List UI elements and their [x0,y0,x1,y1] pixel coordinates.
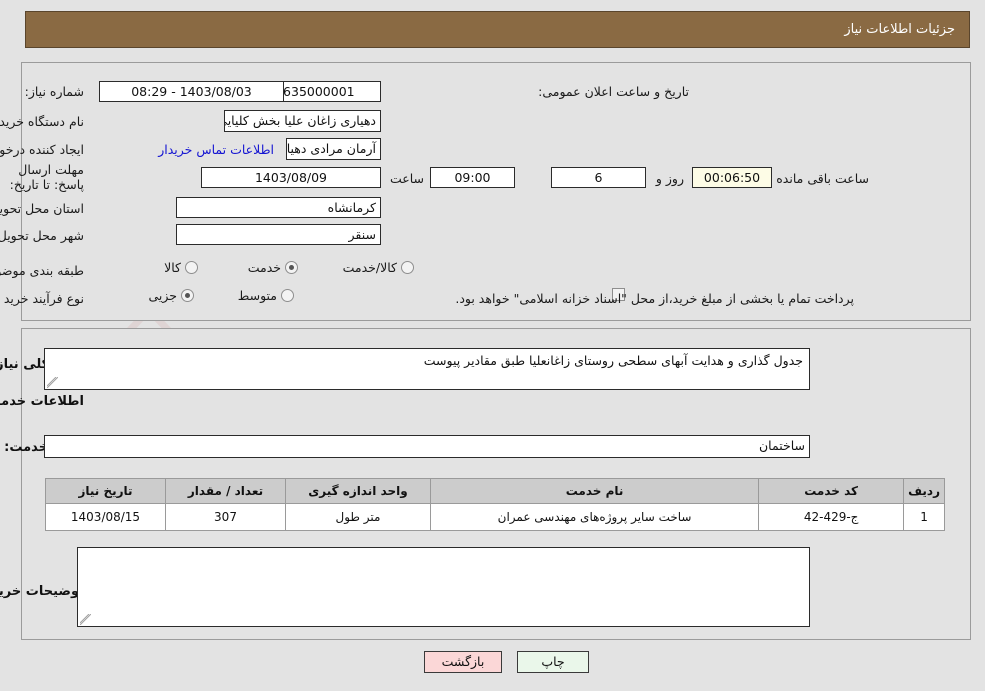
process-label-medium: متوسط [238,288,278,303]
process-option-minor[interactable]: جزیی [149,288,195,303]
city-label: شهر محل تحویل: [0,228,85,243]
category-radio-service[interactable] [286,261,299,274]
creator-label: ایجاد کننده درخواست: [0,142,85,157]
remaining-days-value: 6 [552,167,647,188]
process-option-medium[interactable]: متوسط [239,288,295,303]
cell-name: ساخت سایر پروژه‌های مهندسی عمران [430,503,761,531]
countdown-timer-value: 00:06:50 [693,167,773,188]
category-radio-goods-service[interactable] [402,261,415,274]
col-name: نام خدمت [430,478,761,504]
summary-textarea[interactable]: جدول گذاری و هدایت آبهای سطحی روستای زاغ… [45,348,811,390]
summary-text: جدول گذاری و هدایت آبهای سطحی روستای زاغ… [424,353,804,368]
services-table: ردیف کد خدمت نام خدمت واحد اندازه گیری ت… [46,478,946,531]
col-quantity: تعداد / مقدار [166,478,287,504]
province-value: کرمانشاه [177,197,382,218]
announce-label: تاریخ و ساعت اعلان عمومی: [539,84,690,99]
province-label: استان محل تحویل: [0,201,85,216]
buyer-contact-link[interactable]: اطلاعات تماس خریدار [159,142,275,157]
city-value: سنقر [177,224,382,245]
buyer-notes-textarea[interactable] [78,547,811,627]
announce-value: 1403/08/03 - 08:29 [100,81,285,102]
col-code: کد خدمت [759,478,906,504]
col-row: ردیف [904,478,946,504]
buyer-notes-label: توضیحات خریدار: [0,584,85,599]
category-option-goods[interactable]: کالا [165,260,199,275]
buyer-org-label: نام دستگاه خریدار: [0,114,85,129]
category-label: طبقه بندی موضوعی: [0,263,85,278]
category-label-goods: کالا [165,260,182,275]
cell-quantity: 307 [166,503,287,531]
table-row: 1 ج-429-42 ساخت سایر پروژه‌های مهندسی عم… [46,503,946,531]
category-option-service[interactable]: خدمت [249,260,299,275]
cell-code: ج-429-42 [759,503,906,531]
buyer-org-value: دهیاری زاغان علیا بخش کلیایی شهرستان سنق… [225,110,382,132]
category-option-goods-service[interactable]: کالا/خدمت [344,260,415,275]
creator-value: آرمان مرادی دهیار دهیاری زاغان علیا بخش … [287,138,382,160]
deadline-hour-value: 09:00 [431,167,516,188]
col-date: تاریخ نیاز [46,478,167,504]
service-group-value: ساختمان [45,435,811,458]
treasury-bonds-label: پرداخت تمام یا بخشی از مبلغ خرید،از محل … [456,291,855,306]
remaining-days-suffix: روز و [656,171,685,186]
page-title: جزئیات اطلاعات نیاز [845,22,956,37]
resize-grip-icon[interactable] [81,614,92,625]
process-radio-medium[interactable] [282,289,295,302]
process-label: نوع فرآیند خرید : [0,291,85,306]
col-unit: واحد اندازه گیری [286,478,432,504]
category-label-goods-service: کالا/خدمت [343,260,398,275]
need-number-label: شماره نیاز: [25,84,85,99]
back-button[interactable]: بازگشت [425,651,503,673]
resize-grip-icon[interactable] [48,377,59,388]
print-button[interactable]: چاپ [518,651,590,673]
page-header: جزئیات اطلاعات نیاز [26,11,971,48]
table-header-row: ردیف کد خدمت نام خدمت واحد اندازه گیری ت… [46,478,946,504]
cell-date: 1403/08/15 [46,503,167,531]
process-label-minor: جزیی [149,288,178,303]
cell-unit: متر طول [286,503,432,531]
cell-row: 1 [904,503,946,531]
process-radio-minor[interactable] [182,289,195,302]
countdown-timer-suffix: ساعت باقی مانده [777,171,870,186]
services-heading: اطلاعات خدمات مورد نیاز [0,394,85,409]
deadline-hour-label: ساعت [390,171,425,186]
category-radio-goods[interactable] [186,261,199,274]
deadline-date-value: 1403/08/09 [202,167,382,188]
deadline-label: مهلت ارسال پاسخ: تا تاریخ: [10,162,85,192]
category-label-service: خدمت [248,260,282,275]
